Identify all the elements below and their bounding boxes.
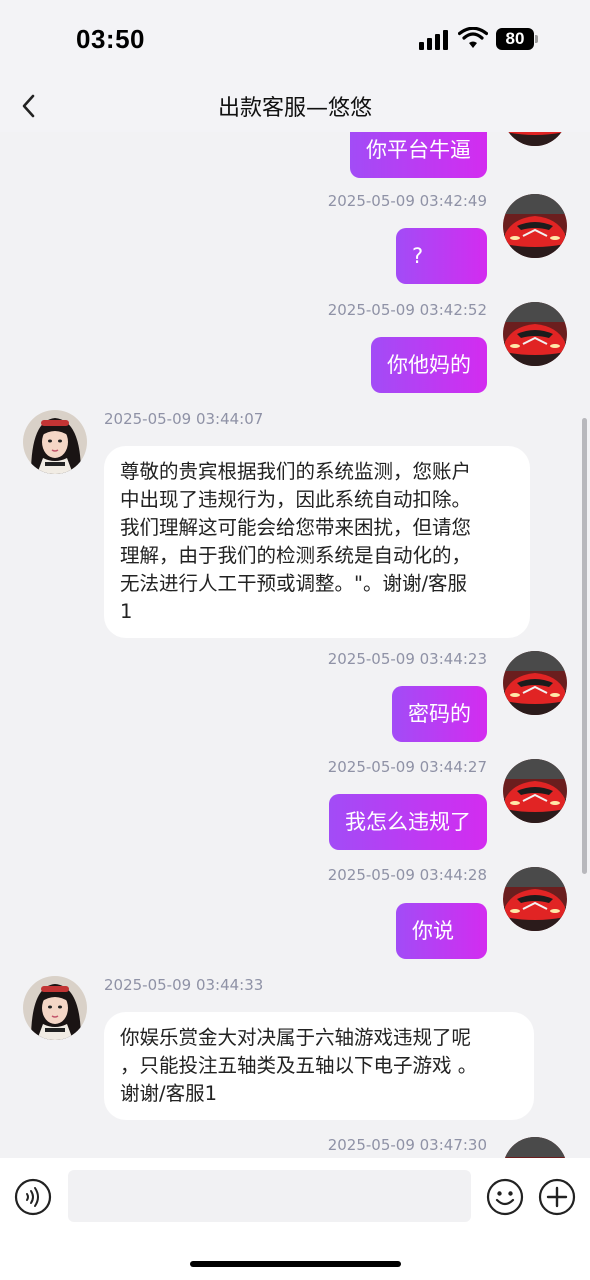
message-timestamp: 2025-05-09 03:44:33 (104, 976, 264, 994)
outgoing-message-bubble[interactable]: 你说 (396, 903, 487, 959)
message-line: 谢谢/客服1 (120, 1082, 217, 1105)
outgoing-message-bubble[interactable]: ? (396, 228, 487, 284)
status-bar: 03:50 80 (0, 0, 590, 80)
status-time: 03:50 (76, 24, 145, 54)
message-timestamp: 2025-05-09 03:47:30 (327, 1136, 487, 1154)
user-avatar[interactable] (503, 651, 567, 715)
message-line: 你娱乐赏金大对决属于六轴游戏违规了呢 (120, 1026, 472, 1049)
agent-avatar[interactable] (23, 410, 87, 474)
emoji-icon (495, 1191, 515, 1206)
incoming-message-bubble[interactable]: 你娱乐赏金大对决属于六轴游戏违规了呢 ，只能投注五轴类及五轴以下电子游戏 。 谢… (104, 1012, 534, 1120)
message-line: 无法进行人工干预或调整。"。谢谢/客服 (120, 572, 468, 595)
user-avatar[interactable] (503, 302, 567, 366)
message-line: 中出现了违规行为，因此系统自动扣除。 (120, 488, 472, 511)
outgoing-message-bubble[interactable]: 密码的 (392, 686, 487, 742)
chat-message-list[interactable]: 你平台牛逼 2025-05-09 03:42:49 ? 2025-05-09 0… (0, 132, 590, 1158)
plus-button[interactable] (538, 1178, 576, 1216)
message-input[interactable] (68, 1170, 471, 1222)
message-timestamp: 2025-05-09 03:44:28 (327, 866, 487, 884)
incoming-message-bubble[interactable]: 尊敬的贵宾根据我们的系统监测，您账户 中出现了违规行为，因此系统自动扣除。 我们… (104, 446, 530, 638)
outgoing-message-bubble[interactable]: 你他妈的 (371, 337, 487, 393)
agent-avatar[interactable] (23, 976, 87, 1040)
message-line: 理解，由于我们的检测系统是自动化的， (120, 544, 472, 567)
emoji-button[interactable] (486, 1178, 524, 1216)
message-line: 1 (120, 600, 133, 623)
scrollbar[interactable] (582, 418, 587, 874)
home-indicator[interactable] (190, 1261, 401, 1267)
outgoing-message-bubble[interactable]: 你平台牛逼 (350, 132, 487, 178)
nav-bar: 出款客服—悠悠 (0, 80, 590, 132)
plus-icon (546, 1186, 568, 1208)
user-avatar[interactable] (503, 132, 567, 146)
message-timestamp: 2025-05-09 03:44:27 (327, 758, 487, 776)
voice-button[interactable] (14, 1178, 52, 1216)
wifi-icon (458, 27, 488, 48)
user-avatar[interactable] (503, 867, 567, 931)
message-line: ，只能投注五轴类及五轴以下电子游戏 。 (120, 1054, 478, 1077)
message-timestamp: 2025-05-09 03:42:49 (327, 192, 487, 210)
message-line: 我们理解这可能会给您带来困扰，但请您 (120, 516, 472, 539)
page-title: 出款客服—悠悠 (217, 96, 372, 121)
voice-icon (26, 1187, 39, 1207)
message-timestamp: 2025-05-09 03:44:07 (104, 410, 264, 428)
message-line: 尊敬的贵宾根据我们的系统监测，您账户 (120, 460, 472, 483)
message-timestamp: 2025-05-09 03:42:52 (327, 301, 487, 319)
message-timestamp: 2025-05-09 03:44:23 (327, 650, 487, 668)
battery-cap (535, 35, 538, 43)
battery-icon: 80 (496, 28, 534, 50)
user-avatar[interactable] (503, 1137, 567, 1158)
user-avatar[interactable] (503, 759, 567, 823)
user-avatar[interactable] (503, 194, 567, 258)
cellular-signal-icon (419, 30, 448, 50)
outgoing-message-bubble[interactable]: 我怎么违规了 (329, 794, 487, 850)
